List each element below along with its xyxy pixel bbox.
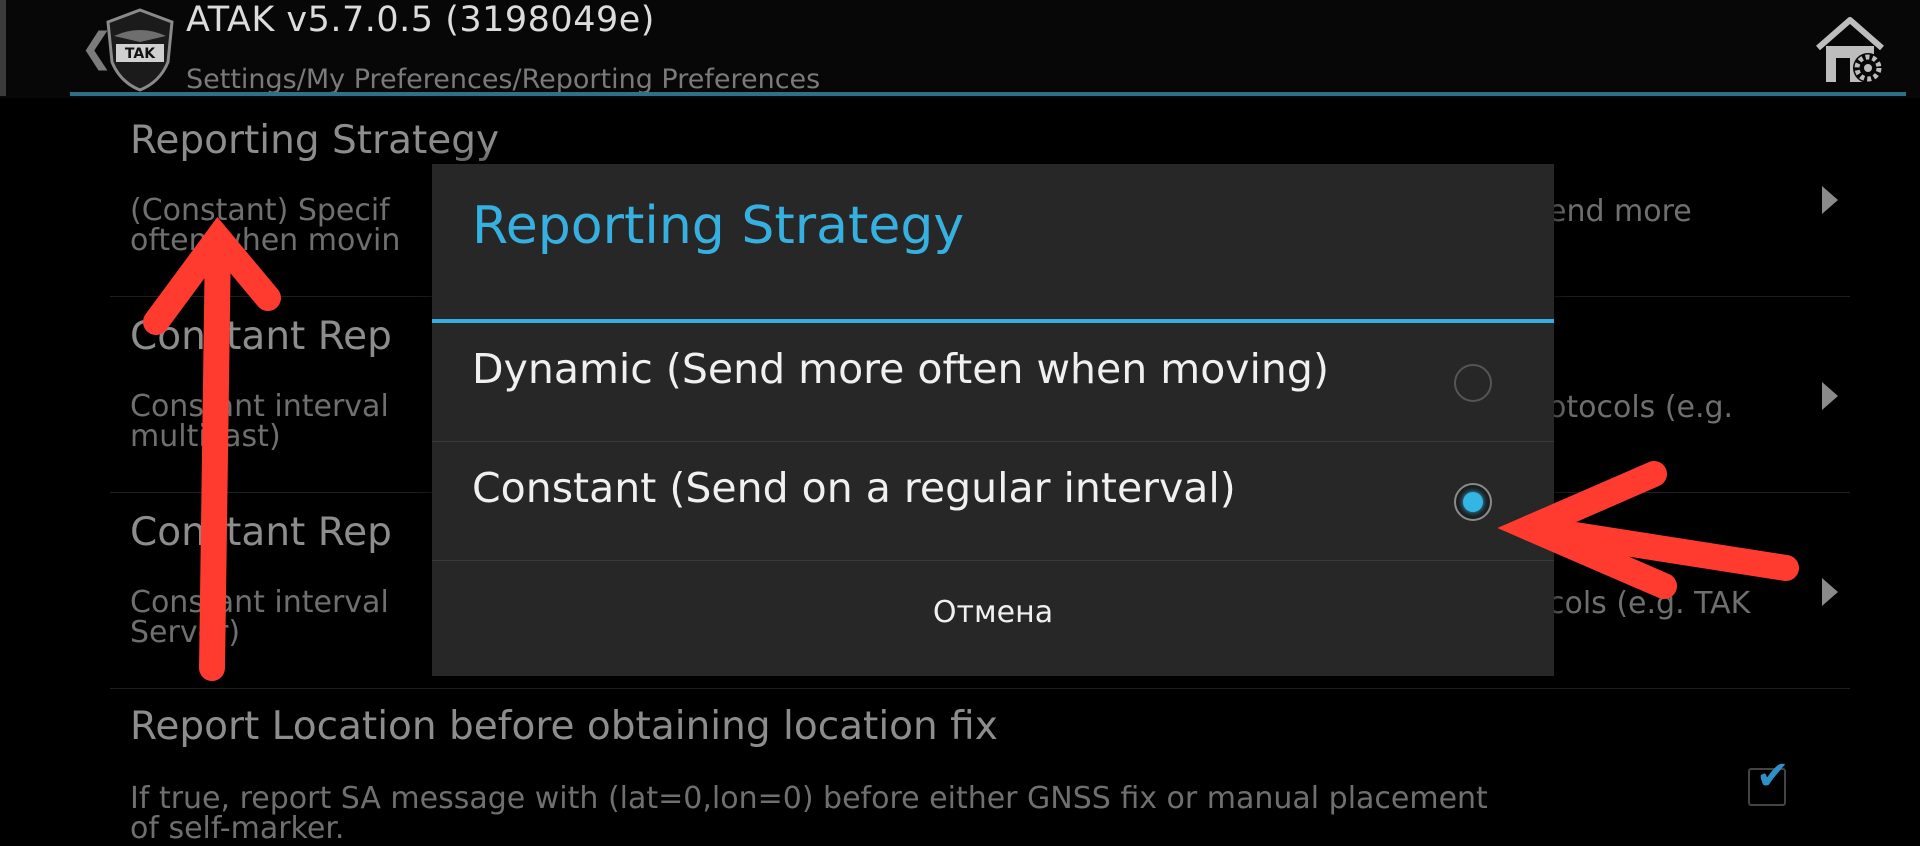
logo-text: TAK <box>125 46 156 62</box>
pref-desc-line2: of self-marker. <box>130 811 345 846</box>
pref-title: Constant Rep <box>130 314 392 359</box>
pref-desc-line1: If true, report SA message with (lat=0,l… <box>130 781 1488 816</box>
pref-title: Reporting Strategy <box>130 118 500 163</box>
pref-desc-right: end more <box>1548 194 1692 229</box>
chevron-right-icon <box>1822 186 1838 214</box>
breadcrumb: Settings/My Preferences/Reporting Prefer… <box>186 64 821 95</box>
option-label: Constant (Send on a regular interval) <box>472 464 1236 512</box>
pref-report-location-before-fix[interactable]: Report Location before obtaining locatio… <box>110 688 1850 846</box>
pref-desc-right: otocols (e.g. <box>1548 390 1734 425</box>
cancel-button[interactable]: Отмена <box>432 563 1554 676</box>
edge-indicator <box>0 0 6 96</box>
pref-desc-line1: (Constant) Specif <box>130 193 390 228</box>
action-bar: ❮ TAK ATAK v5.7.0.5 (3198049e) Settings/… <box>0 0 1920 98</box>
pref-title: Constant Rep <box>130 510 392 555</box>
radio-checked-icon[interactable] <box>1454 483 1492 521</box>
pref-desc-line1: Constant interval <box>130 585 389 620</box>
option-constant[interactable]: Constant (Send on a regular interval) <box>432 442 1554 561</box>
home-settings-icon[interactable] <box>1812 14 1888 86</box>
option-label: Dynamic (Send more often when moving) <box>472 345 1329 393</box>
radio-dot <box>1463 492 1483 512</box>
app-title: ATAK v5.7.0.5 (3198049e) <box>186 0 655 40</box>
radio-unchecked-icon[interactable] <box>1454 364 1492 402</box>
pref-desc-line2: Server) <box>130 615 241 650</box>
pref-title: Report Location before obtaining locatio… <box>130 704 998 749</box>
tak-shield-logo-icon[interactable]: TAK <box>100 6 180 94</box>
dialog-title: Reporting Strategy <box>472 196 965 256</box>
checkmark-icon: ✔ <box>1756 753 1790 799</box>
chevron-right-icon <box>1822 382 1838 410</box>
option-dynamic[interactable]: Dynamic (Send more often when moving) <box>432 323 1554 442</box>
chevron-right-icon <box>1822 578 1838 606</box>
pref-desc-line2: often when movin <box>130 223 401 258</box>
pref-desc-line1: Constant interval <box>130 389 389 424</box>
pref-desc-right: cols (e.g. TAK <box>1548 586 1751 621</box>
pref-desc-line2: multicast) <box>130 419 281 454</box>
header-divider <box>70 92 1906 96</box>
reporting-strategy-dialog: Reporting Strategy Dynamic (Send more of… <box>432 164 1554 676</box>
report-location-checkbox[interactable]: ✔ <box>1748 756 1790 806</box>
